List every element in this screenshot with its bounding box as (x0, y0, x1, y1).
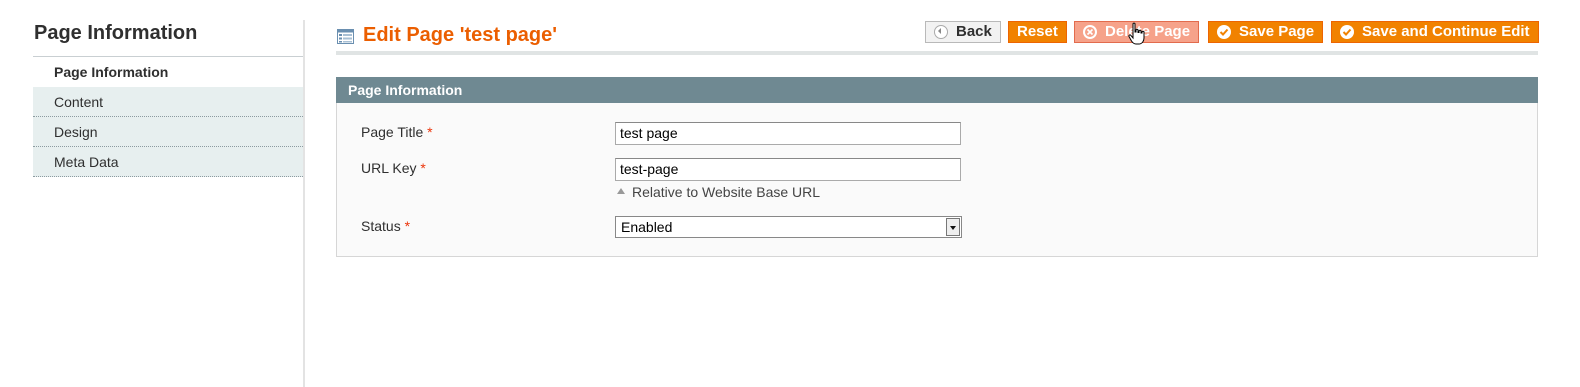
page-title-label-text: Page Title (361, 124, 424, 140)
save-and-continue-button[interactable]: Save and Continue Edit (1331, 21, 1539, 43)
page-header: Edit Page 'test page' Back Reset Delete … (336, 20, 1539, 55)
hand-cursor-icon (1128, 22, 1145, 45)
sidebar-title: Page Information (33, 20, 305, 57)
delete-x-icon (1083, 25, 1097, 39)
back-button[interactable]: Back (925, 21, 1001, 43)
sidebar-divider (303, 20, 305, 387)
sidebar-item-design[interactable]: Design (33, 117, 305, 147)
required-marker: * (420, 160, 426, 176)
header-rule (336, 51, 1538, 55)
delete-page-label: Delete Page (1105, 23, 1191, 40)
dropdown-arrow-icon[interactable] (946, 218, 960, 236)
url-key-label: URL Key * (361, 160, 426, 176)
url-key-note-text: Relative to Website Base URL (632, 184, 821, 200)
sidebar-item-meta-data[interactable]: Meta Data (33, 147, 305, 177)
page-title-label: Page Title * (361, 124, 433, 140)
required-marker: * (404, 218, 411, 234)
sidebar-item-page-information[interactable]: Page Information (33, 57, 305, 87)
save-and-continue-label: Save and Continue Edit (1362, 23, 1530, 40)
reset-label: Reset (1017, 23, 1058, 40)
sidebar-item-content[interactable]: Content (33, 87, 305, 117)
status-label: Status * (361, 218, 410, 234)
save-page-button[interactable]: Save Page (1208, 21, 1324, 43)
url-key-input[interactable]: test-page (615, 158, 961, 181)
url-key-label-text: URL Key (361, 160, 417, 176)
status-label-text: Status (361, 218, 401, 234)
reset-button[interactable]: Reset (1008, 21, 1067, 43)
status-select[interactable]: Enabled (615, 216, 962, 238)
page-title-input[interactable]: test page (615, 122, 961, 145)
check-icon (1340, 25, 1354, 39)
required-marker: * (427, 124, 433, 140)
url-key-note: Relative to Website Base URL (617, 184, 820, 200)
check-icon (1217, 25, 1231, 39)
status-selected-value: Enabled (621, 219, 673, 235)
page-grid-icon (337, 29, 354, 44)
sidebar: Page Information Page Information Conten… (33, 20, 305, 177)
back-arrow-icon (934, 25, 948, 39)
back-label: Back (956, 23, 992, 40)
save-page-label: Save Page (1239, 23, 1315, 40)
page-information-fieldset: Page Title * test page URL Key * test-pa… (336, 103, 1538, 257)
page-title: Edit Page 'test page' (363, 24, 558, 46)
section-header: Page Information (336, 77, 1538, 103)
note-triangle-icon (617, 188, 625, 195)
